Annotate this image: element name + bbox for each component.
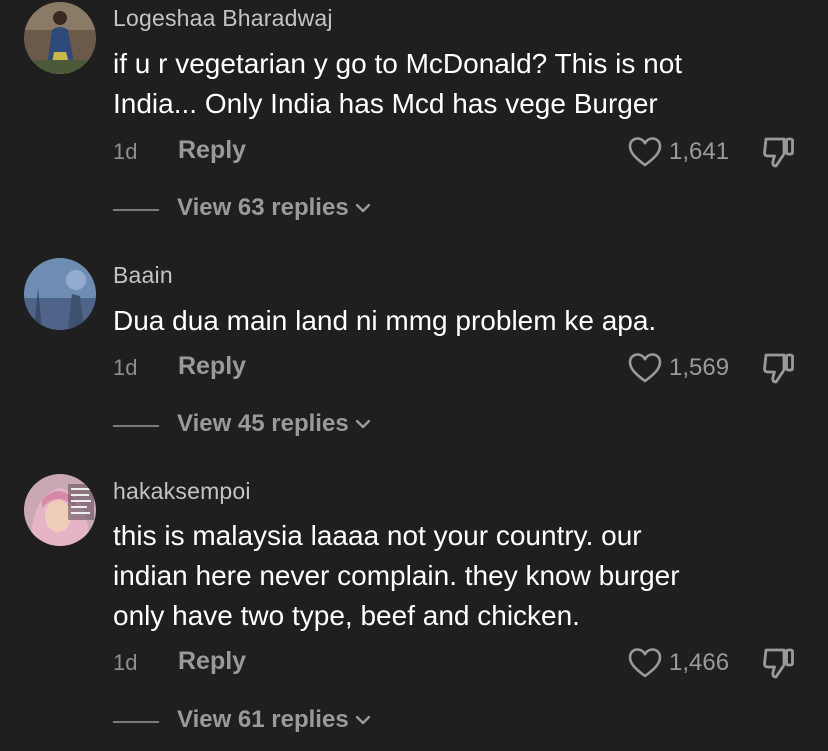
view-replies-row: View 61 replies [113,706,513,736]
chevron-down-icon [355,715,370,725]
avatar[interactable] [24,474,96,546]
reply-button[interactable]: Reply [178,647,246,676]
view-replies-label: View 61 replies [177,706,349,733]
avatar[interactable] [24,2,96,74]
comment-meta: 1d Reply 1,641 [113,135,813,169]
divider-line [113,209,159,211]
like-button[interactable]: 1,569 [628,351,729,385]
dislike-button[interactable] [761,646,797,685]
heart-outline-icon [628,648,662,678]
like-count: 1,641 [669,138,730,165]
dislike-button[interactable] [761,351,797,390]
comment-meta: 1d Reply 1,466 [113,646,813,680]
chevron-down-icon [355,419,370,429]
chevron-down-icon [355,203,370,213]
heart-outline-icon [628,137,662,167]
comment-text: Dua dua main land ni mmg problem ke apa. [113,301,813,341]
comment-username[interactable]: Logeshaa Bharadwaj [113,5,333,32]
like-count: 1,569 [669,354,730,381]
divider-line [113,425,159,427]
comment-text-line: only have two type, beef and chicken. [113,600,580,631]
dislike-button[interactable] [761,135,797,174]
reply-button[interactable]: Reply [178,136,246,165]
comment-text-line: if u r vegetarian y go to McDonald? This… [113,48,683,79]
like-button[interactable]: 1,466 [628,646,729,680]
comment-text: this is malaysia laaaa not your country.… [113,516,813,636]
comment-text-line: this is malaysia laaaa not your country.… [113,520,642,551]
view-replies-button[interactable]: View 45 replies [177,410,372,438]
comment-time: 1d [113,139,138,164]
divider-line [113,721,159,723]
view-replies-button[interactable]: View 63 replies [177,194,372,222]
view-replies-label: View 63 replies [177,194,349,221]
heart-outline-icon [628,353,662,383]
comment-time: 1d [113,355,138,380]
comment-text-line: India... Only India has Mcd has vege Bur… [113,88,658,119]
thumbs-down-icon [763,648,794,679]
reply-button[interactable]: Reply [178,352,246,381]
comment-text-line: Dua dua main land ni mmg problem ke apa. [113,305,657,336]
comment-username[interactable]: Baain [113,262,173,289]
comment-time: 1d [113,650,138,675]
thumbs-down-icon [763,137,794,168]
comment-meta: 1d Reply 1,569 [113,351,813,385]
comment-username[interactable]: hakaksempoi [113,478,251,505]
view-replies-row: View 63 replies [113,194,513,224]
like-button[interactable]: 1,641 [628,135,729,169]
comment-text-line: indian here never complain. they know bu… [113,560,680,591]
view-replies-row: View 45 replies [113,410,513,440]
view-replies-button[interactable]: View 61 replies [177,706,372,734]
like-count: 1,466 [669,649,730,676]
view-replies-label: View 45 replies [177,410,349,437]
avatar[interactable] [24,258,96,330]
comment-text: if u r vegetarian y go to McDonald? This… [113,44,813,124]
thumbs-down-icon [763,353,794,384]
